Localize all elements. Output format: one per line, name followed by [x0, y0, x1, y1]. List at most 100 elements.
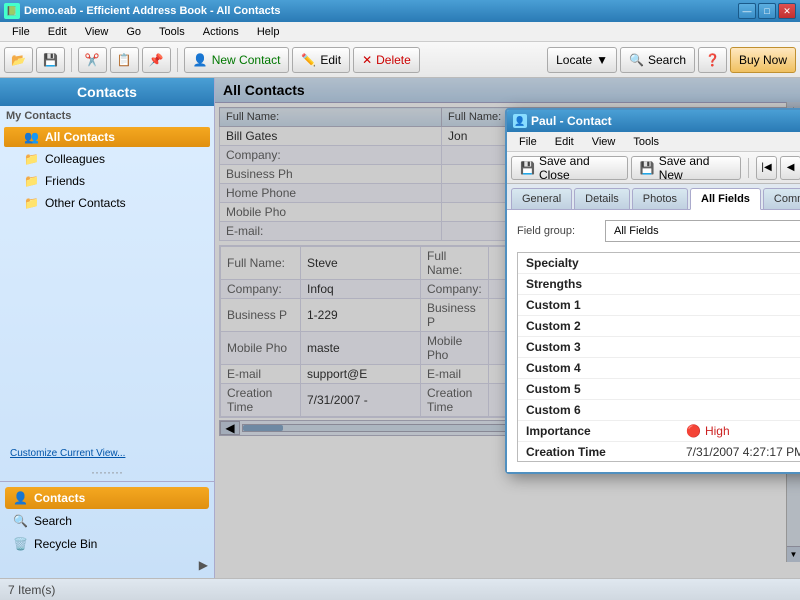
minimize-button[interactable]: — [738, 3, 756, 19]
field-name-strengths: Strengths [526, 277, 686, 291]
locate-button[interactable]: Locate ▼ [547, 47, 617, 73]
field-name-custom4: Custom 4 [526, 361, 686, 375]
tab-comment[interactable]: Comment [763, 188, 800, 209]
maximize-button[interactable]: □ [758, 3, 776, 19]
field-value-importance: 🔴 High [686, 424, 730, 438]
friends-label: Friends [45, 174, 85, 188]
buy-now-button[interactable]: Buy Now [730, 47, 796, 73]
tab-general[interactable]: General [511, 188, 572, 209]
delete-label: Delete [376, 53, 411, 67]
menu-go[interactable]: Go [118, 24, 149, 40]
sidebar-header: Contacts [0, 78, 214, 106]
save-and-new-button[interactable]: 💾 Save and New [631, 156, 741, 180]
modal-menu-tools[interactable]: Tools [625, 134, 667, 150]
paste-button[interactable]: 📌 [142, 47, 171, 73]
save-close-label: Save and Close [539, 154, 619, 182]
expand-icon[interactable]: ▶ [199, 558, 208, 572]
new-contact-label: New Contact [212, 53, 281, 67]
customize-view-link[interactable]: Customize Current View... [0, 444, 214, 463]
list-item[interactable]: Custom 4 [518, 358, 800, 379]
list-item[interactable]: Custom 2 [518, 316, 800, 337]
copy-button[interactable]: 📋 [110, 47, 139, 73]
list-item[interactable]: Custom 5 [518, 379, 800, 400]
field-name-custom5: Custom 5 [526, 382, 686, 396]
recycle-nav-icon: 🗑️ [13, 537, 28, 551]
buy-now-label: Buy Now [739, 53, 787, 67]
tab-details[interactable]: Details [574, 188, 630, 209]
nav-prev-button[interactable]: ◀ [780, 156, 800, 180]
sidebar-section-my-contacts: My Contacts [0, 106, 214, 126]
modal-menu-file[interactable]: File [511, 134, 545, 150]
field-group-label: Field group: [517, 225, 597, 237]
edit-label: Edit [320, 53, 341, 67]
window-title: Demo.eab - Efficient Address Book - All … [24, 5, 281, 17]
sidebar: Contacts My Contacts 👥 All Contacts 📁 Co… [0, 78, 215, 578]
sidebar-item-other-contacts[interactable]: 📁 Other Contacts [4, 193, 210, 213]
list-item[interactable]: Importance 🔴 High [518, 421, 800, 442]
recycle-nav-label: Recycle Bin [34, 537, 97, 551]
sidebar-bottom-contacts[interactable]: 👤 Contacts [5, 487, 209, 509]
open-button[interactable]: 📂 [4, 47, 33, 73]
custom3-label: Custom 3 [526, 340, 581, 354]
modal-menu-bar: File Edit View Tools [507, 132, 800, 152]
list-item[interactable]: Custom 1 [518, 295, 800, 316]
list-item[interactable]: Custom 3 [518, 337, 800, 358]
locate-label: Locate [556, 53, 592, 67]
sidebar-bottom-recycle[interactable]: 🗑️ Recycle Bin [5, 533, 209, 555]
contacts-nav-label: Contacts [34, 491, 85, 505]
search-nav-icon: 🔍 [13, 514, 28, 528]
all-contacts-label: All Contacts [45, 130, 115, 144]
sidebar-bottom-search[interactable]: 🔍 Search [5, 510, 209, 532]
menu-help[interactable]: Help [249, 24, 288, 40]
field-name-custom6: Custom 6 [526, 403, 686, 417]
modal-menu-edit[interactable]: Edit [547, 134, 582, 150]
nav-first-button[interactable]: |◀ [756, 156, 777, 180]
high-value-text: High [705, 424, 730, 438]
menu-actions[interactable]: Actions [195, 24, 247, 40]
modal-menu-view[interactable]: View [584, 134, 624, 150]
cut-button[interactable]: ✂️ [78, 47, 107, 73]
modal-overlay: 👤 Paul - Contact — □ ✕ File Edit View To… [215, 78, 800, 578]
colleagues-icon: 📁 [24, 152, 39, 166]
other-contacts-icon: 📁 [24, 196, 39, 210]
delete-button[interactable]: ✕ Delete [353, 47, 420, 73]
close-button[interactable]: ✕ [778, 3, 796, 19]
search-button[interactable]: 🔍 Search [620, 47, 695, 73]
menu-file[interactable]: File [4, 24, 38, 40]
menu-tools[interactable]: Tools [151, 24, 193, 40]
menu-view[interactable]: View [77, 24, 117, 40]
modal-title-bar: 👤 Paul - Contact — □ ✕ [507, 110, 800, 132]
main-layout: Contacts My Contacts 👥 All Contacts 📁 Co… [0, 78, 800, 578]
title-bar: 📗 Demo.eab - Efficient Address Book - Al… [0, 0, 800, 22]
app-icon: 📗 [4, 3, 20, 19]
new-contact-button[interactable]: 👤 New Contact [184, 47, 290, 73]
list-item[interactable]: Creation Time 7/31/2007 4:27:17 PM [518, 442, 800, 462]
tab-all-fields[interactable]: All Fields [690, 188, 761, 210]
tab-photos[interactable]: Photos [632, 188, 688, 209]
field-name-creation-time: Creation Time [526, 445, 686, 459]
sidebar-item-all-contacts[interactable]: 👥 All Contacts [4, 127, 210, 147]
custom4-label: Custom 4 [526, 361, 581, 375]
strengths-label: Strengths [526, 277, 582, 291]
save-and-close-button[interactable]: 💾 Save and Close [511, 156, 628, 180]
field-name-importance: Importance [526, 424, 686, 438]
title-bar-buttons: — □ ✕ [738, 3, 796, 19]
field-name-custom2: Custom 2 [526, 319, 686, 333]
creation-time-label: Creation Time [526, 445, 606, 459]
edit-button[interactable]: ✏️ Edit [292, 47, 350, 73]
modal-toolbar: 💾 Save and Close 💾 Save and New |◀ ◀ ▶ ▶… [507, 152, 800, 184]
field-group-select[interactable]: All Fields [605, 220, 800, 242]
search-label: Search [648, 53, 686, 67]
help-button[interactable]: ❓ [698, 47, 727, 73]
list-item[interactable]: Strengths [518, 274, 800, 295]
main-toolbar: 📂 💾 ✂️ 📋 📌 👤 New Contact ✏️ Edit ✕ Delet… [0, 42, 800, 78]
custom1-label: Custom 1 [526, 298, 581, 312]
list-item[interactable]: Specialty [518, 253, 800, 274]
custom6-label: Custom 6 [526, 403, 581, 417]
list-item[interactable]: Custom 6 [518, 400, 800, 421]
sidebar-item-friends[interactable]: 📁 Friends [4, 171, 210, 191]
menu-edit[interactable]: Edit [40, 24, 75, 40]
delete-icon: ✕ [362, 53, 372, 67]
sidebar-item-colleagues[interactable]: 📁 Colleagues [4, 149, 210, 169]
save-button[interactable]: 💾 [36, 47, 65, 73]
